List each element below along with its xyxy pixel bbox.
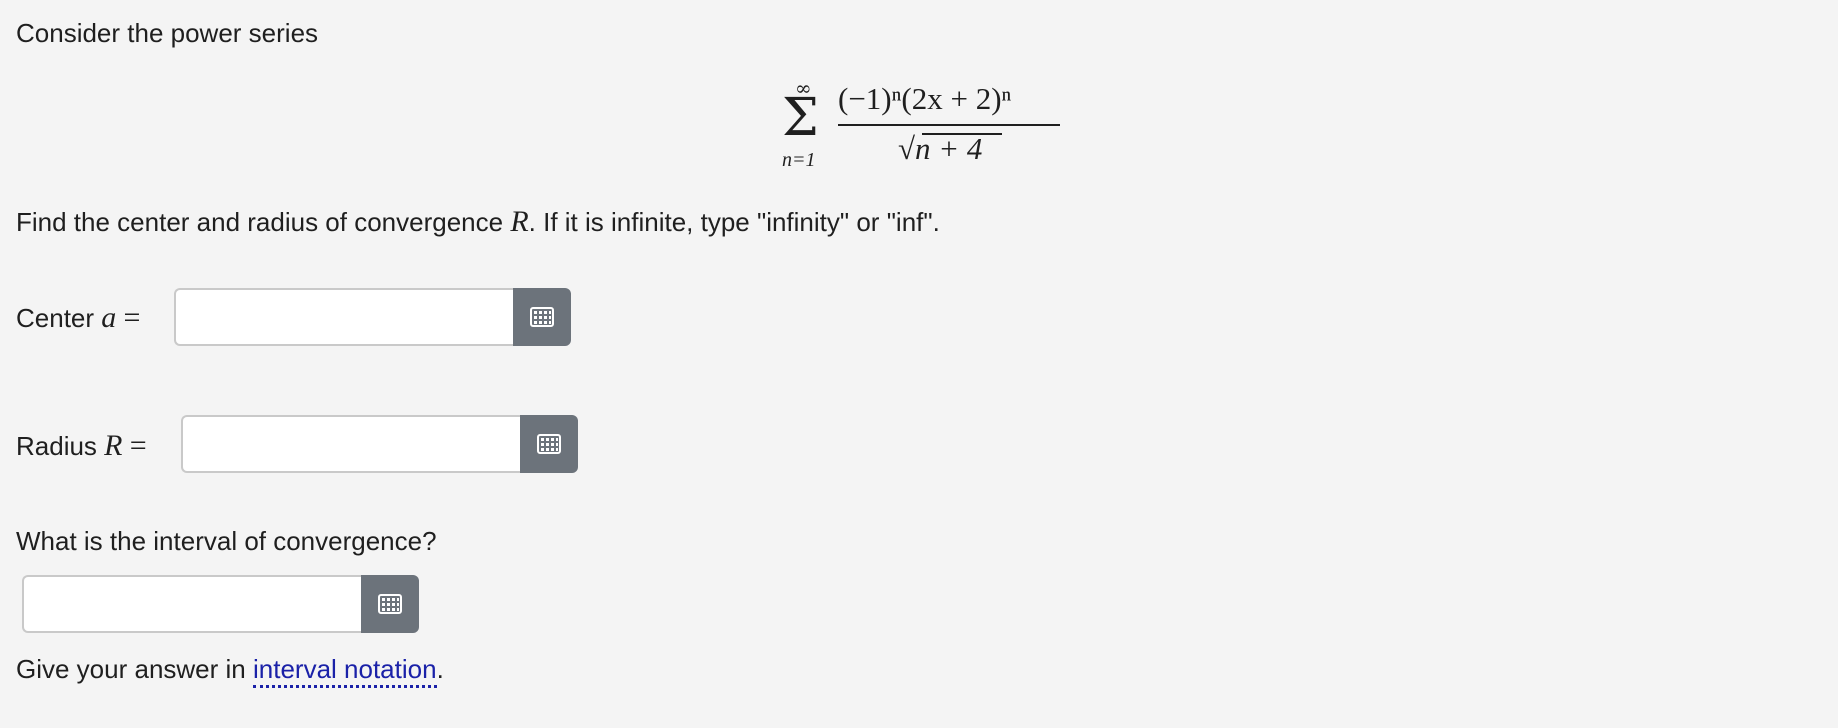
radius-label: Radius R = (16, 429, 147, 463)
sqrt-overline (922, 133, 1002, 135)
radius-var: R (104, 429, 123, 462)
center-keyboard-button[interactable] (513, 288, 571, 346)
sum-lower-limit: n=1 (782, 149, 816, 171)
footer-before: Give your answer in (16, 654, 246, 684)
radius-input[interactable] (181, 415, 520, 473)
interval-question: What is the interval of convergence? (16, 526, 437, 556)
radius-input-group (181, 415, 578, 473)
radius-keyboard-button[interactable] (520, 415, 578, 473)
interval-notation-link[interactable]: interval notation (253, 654, 437, 688)
series-numerator: (−1)ⁿ(2x + 2)ⁿ (838, 81, 1012, 116)
instruction-var: R (510, 205, 529, 238)
sqrt-symbol: √ (898, 131, 916, 166)
denominator-text: n + 4 (915, 131, 983, 166)
center-label: Center a = (16, 301, 140, 335)
keyboard-grid-icon (537, 434, 561, 454)
sigma-symbol: Σ (782, 88, 819, 148)
interval-input[interactable] (22, 575, 361, 633)
footer-text: Give your answer in interval notation. (16, 654, 444, 688)
keyboard-grid-icon (378, 594, 402, 614)
power-series-formula: ∞ Σ n=1 (−1)ⁿ(2x + 2)ⁿ √n + 4 (0, 0, 1838, 180)
keyboard-grid-icon (530, 307, 554, 327)
fraction-bar (838, 124, 1060, 126)
center-var: a (101, 301, 117, 334)
center-eq: = (123, 301, 141, 334)
center-label-text: Center (16, 303, 95, 333)
center-input-group (174, 288, 571, 346)
instruction-text: Find the center and radius of convergenc… (16, 205, 940, 239)
instruction-before: Find the center and radius of convergenc… (16, 207, 504, 237)
instruction-after: . If it is infinite, type "infinity" or … (528, 207, 940, 237)
radius-eq: = (129, 429, 147, 462)
radius-label-text: Radius (16, 431, 97, 461)
interval-input-group (22, 575, 419, 633)
interval-keyboard-button[interactable] (361, 575, 419, 633)
footer-after: . (436, 654, 444, 684)
series-denominator: √n + 4 (898, 132, 982, 166)
center-input[interactable] (174, 288, 513, 346)
